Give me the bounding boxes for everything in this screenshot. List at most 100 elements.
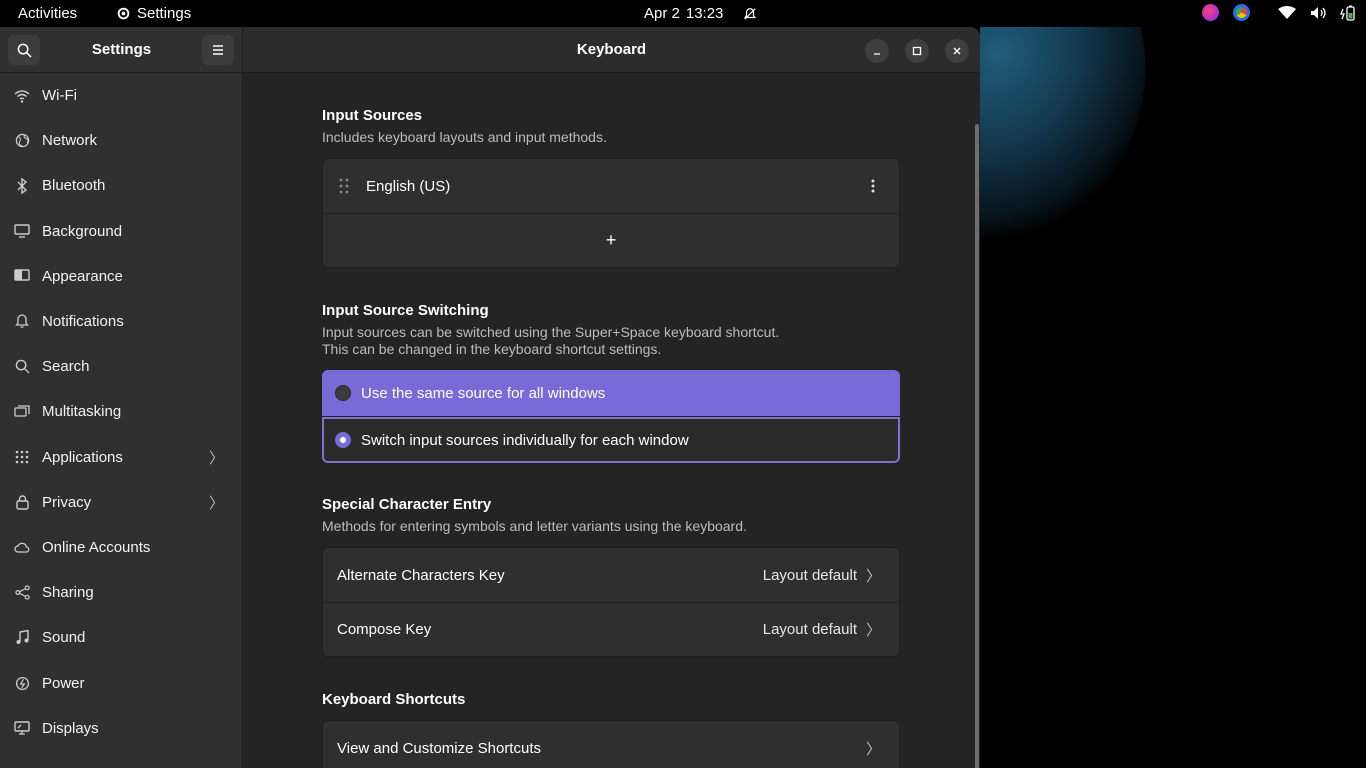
sidebar-item-label: Privacy (42, 493, 92, 511)
bluetooth-icon (14, 177, 30, 194)
add-input-source-button[interactable]: + (323, 213, 899, 267)
radio-checked-icon[interactable] (335, 432, 351, 448)
sidebar-item-label: Background (42, 222, 123, 240)
appearance-icon (14, 268, 30, 284)
sidebar-item-bluetooth[interactable]: Bluetooth (0, 163, 242, 208)
app-menu[interactable]: Settings (116, 5, 191, 22)
sidebar-item-sharing[interactable]: Sharing (0, 570, 242, 615)
sidebar-item-displays[interactable]: Displays (0, 706, 242, 751)
sidebar-item-network[interactable]: Network (0, 118, 242, 163)
scrollbar[interactable] (975, 124, 979, 768)
option-same-source[interactable]: Use the same source for all windows (322, 370, 900, 416)
sidebar-item-label: Multitasking (42, 403, 122, 421)
firefox-icon[interactable] (1202, 4, 1219, 21)
sidebar-item-wifi[interactable]: Wi-Fi (0, 73, 242, 118)
display-icon (14, 720, 30, 736)
bell-muted-icon (744, 7, 757, 20)
section-title: Input Sources (322, 107, 423, 124)
switching-section: Input Source Switching Input sources can… (322, 302, 900, 463)
sidebar-item-label: Sound (42, 629, 86, 647)
section-subtitle-line1: Input sources can be switched using the … (322, 324, 780, 340)
system-tray[interactable] (1202, 4, 1356, 21)
minimize-icon (874, 53, 880, 55)
maximize-icon (912, 46, 922, 56)
sidebar-item-label: Bluetooth (42, 177, 106, 195)
drag-handle-icon[interactable] (339, 178, 349, 194)
sidebar-item-label: Sharing (42, 584, 94, 602)
app-name: Settings (137, 5, 192, 22)
sidebar-item-background[interactable]: Background (0, 209, 242, 254)
plus-icon: + (605, 230, 617, 250)
sidebar-item-sound[interactable]: Sound (0, 615, 242, 660)
sidebar-list: Wi-Fi Network Bluetooth Background Appea… (0, 73, 242, 751)
sidebar-item-label: Appearance (42, 267, 123, 285)
desktop-wallpaper (980, 27, 1366, 768)
alternate-characters-key-row[interactable]: Alternate Characters Key Layout default … (323, 548, 899, 602)
section-title: Input Source Switching (322, 302, 489, 319)
sidebar-item-label: Search (42, 358, 90, 376)
keyboard-shortcuts-section: Keyboard Shortcuts View and Customize Sh… (322, 691, 900, 768)
sidebar-item-appearance[interactable]: Appearance (0, 254, 242, 299)
shortcuts-list: View and Customize Shortcuts 〉 (322, 720, 900, 768)
wallpaper-swirl (980, 27, 1185, 276)
sidebar-item-online-accounts[interactable]: Online Accounts (0, 525, 242, 570)
monitor-icon (14, 223, 30, 239)
sidebar-item-privacy[interactable]: Privacy 〉 (0, 480, 242, 525)
sidebar-item-search[interactable]: Search (0, 344, 242, 389)
share-icon (14, 585, 30, 601)
maximize-button[interactable] (905, 39, 929, 63)
sidebar-item-label: Applications (42, 448, 123, 466)
top-bar: Activities Settings Apr 2 13:23 (0, 0, 1366, 27)
music-note-icon (14, 630, 30, 646)
row-value: Layout default (762, 566, 857, 584)
globe-icon (14, 133, 30, 149)
compose-key-row[interactable]: Compose Key Layout default 〉 (323, 602, 899, 656)
close-icon (953, 47, 961, 55)
section-title: Keyboard Shortcuts (322, 691, 466, 708)
sidebar-item-label: Displays (42, 719, 99, 737)
sidebar-item-label: Wi-Fi (42, 87, 77, 105)
cloud-icon (14, 539, 30, 555)
hamburger-icon (213, 45, 223, 55)
chevron-right-icon: 〉 (208, 449, 224, 467)
multitasking-icon (14, 404, 30, 420)
clock[interactable]: Apr 2 13:23 (644, 5, 757, 22)
chevron-right-icon: 〉 (208, 494, 224, 512)
more-options-icon[interactable] (871, 179, 875, 193)
grid-icon (14, 449, 30, 465)
chevron-right-icon: 〉 (865, 567, 881, 585)
option-label: Use the same source for all windows (361, 384, 606, 402)
option-individual-source[interactable]: Switch input sources individually for ea… (322, 417, 900, 463)
radio-unchecked-icon[interactable] (335, 385, 351, 401)
sidebar-item-notifications[interactable]: Notifications (0, 299, 242, 344)
power-icon (14, 675, 30, 691)
battery-icon[interactable] (1340, 5, 1356, 21)
keyboard-settings-scroll[interactable]: Input Sources Includes keyboard layouts … (243, 74, 980, 768)
special-character-list: Alternate Characters Key Layout default … (322, 547, 900, 657)
wifi-icon (14, 88, 30, 104)
wifi-icon[interactable] (1278, 5, 1296, 20)
sidebar-item-power[interactable]: Power (0, 660, 242, 705)
close-button[interactable] (945, 39, 969, 63)
input-source-label: English (US) (366, 177, 451, 195)
sidebar: Settings Wi-Fi Network Bluetooth Backgro… (0, 27, 243, 768)
input-source-row[interactable]: English (US) (323, 159, 899, 213)
minimize-button[interactable] (865, 39, 889, 63)
search-icon (14, 359, 30, 375)
section-subtitle: Includes keyboard layouts and input meth… (322, 129, 607, 145)
input-sources-list: English (US) + (322, 158, 900, 268)
chevron-right-icon: 〉 (865, 740, 881, 758)
sidebar-item-applications[interactable]: Applications 〉 (0, 435, 242, 480)
option-label: Switch input sources individually for ea… (361, 431, 689, 449)
volume-icon[interactable] (1310, 6, 1326, 20)
section-subtitle: Methods for entering symbols and letter … (322, 518, 747, 534)
main-menu-button[interactable] (202, 35, 234, 65)
chevron-right-icon: 〉 (865, 622, 881, 639)
sidebar-item-label: Power (42, 674, 85, 692)
chrome-icon[interactable] (1233, 4, 1250, 21)
activities-button[interactable]: Activities (18, 5, 77, 22)
view-customize-shortcuts-row[interactable]: View and Customize Shortcuts 〉 (323, 721, 899, 768)
gear-icon (117, 7, 130, 20)
time: 13:23 (685, 5, 724, 22)
sidebar-item-multitasking[interactable]: Multitasking (0, 389, 242, 434)
